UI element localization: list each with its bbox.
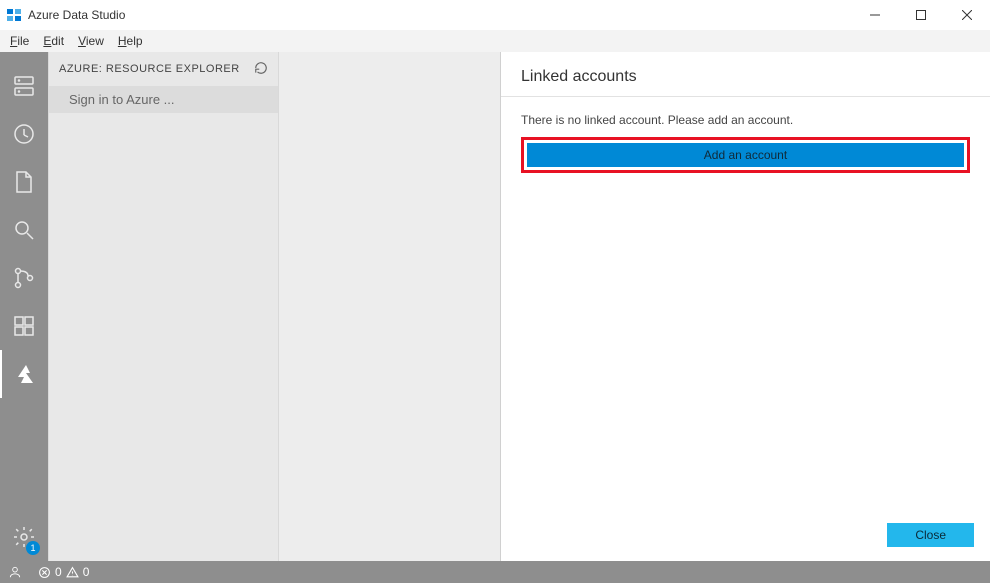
status-bar: 0 0	[0, 561, 990, 583]
menu-edit[interactable]: Edit	[37, 32, 70, 50]
task-history-icon[interactable]	[0, 110, 48, 158]
explorer-icon[interactable]	[0, 158, 48, 206]
status-account-icon[interactable]	[0, 561, 30, 583]
close-panel-button[interactable]: Close	[887, 523, 974, 547]
sidebar-header: AZURE: RESOURCE EXPLORER	[49, 52, 278, 86]
minimize-button[interactable]	[852, 0, 898, 30]
servers-icon[interactable]	[0, 62, 48, 110]
error-count: 0	[55, 565, 62, 579]
window-title: Azure Data Studio	[28, 8, 125, 22]
sidebar-title: AZURE: RESOURCE EXPLORER	[59, 63, 240, 75]
add-account-highlight: Add an account	[521, 137, 970, 173]
source-control-icon[interactable]	[0, 254, 48, 302]
maximize-button[interactable]	[898, 0, 944, 30]
title-bar: Azure Data Studio	[0, 0, 990, 30]
status-problems[interactable]: 0 0	[30, 561, 97, 583]
menu-help[interactable]: Help	[112, 32, 149, 50]
menu-view[interactable]: View	[72, 32, 110, 50]
extensions-icon[interactable]	[0, 302, 48, 350]
panel-title: Linked accounts	[501, 52, 990, 97]
workbench-body: 1 AZURE: RESOURCE EXPLORER Sign in to Az…	[0, 52, 990, 561]
refresh-icon[interactable]	[254, 61, 268, 78]
menu-bar: File Edit View Help	[0, 30, 990, 52]
linked-accounts-panel: Linked accounts There is no linked accou…	[500, 52, 990, 561]
close-button[interactable]	[944, 0, 990, 30]
window-controls	[852, 0, 990, 30]
settings-badge: 1	[26, 541, 40, 555]
editor-area: Linked accounts There is no linked accou…	[278, 52, 990, 561]
add-account-button[interactable]: Add an account	[527, 143, 964, 167]
sign-in-to-azure[interactable]: Sign in to Azure ...	[49, 86, 278, 113]
app-icon	[6, 7, 22, 23]
sign-in-label: Sign in to Azure ...	[69, 92, 175, 107]
settings-gear-icon[interactable]: 1	[0, 513, 48, 561]
azure-icon[interactable]	[0, 350, 48, 398]
warning-count: 0	[83, 565, 90, 579]
no-linked-account-message: There is no linked account. Please add a…	[521, 113, 970, 127]
search-icon[interactable]	[0, 206, 48, 254]
activity-bar: 1	[0, 52, 48, 561]
menu-file[interactable]: File	[4, 32, 35, 50]
panel-footer: Close	[501, 513, 990, 561]
panel-body: There is no linked account. Please add a…	[501, 97, 990, 513]
sidebar: AZURE: RESOURCE EXPLORER Sign in to Azur…	[48, 52, 278, 561]
